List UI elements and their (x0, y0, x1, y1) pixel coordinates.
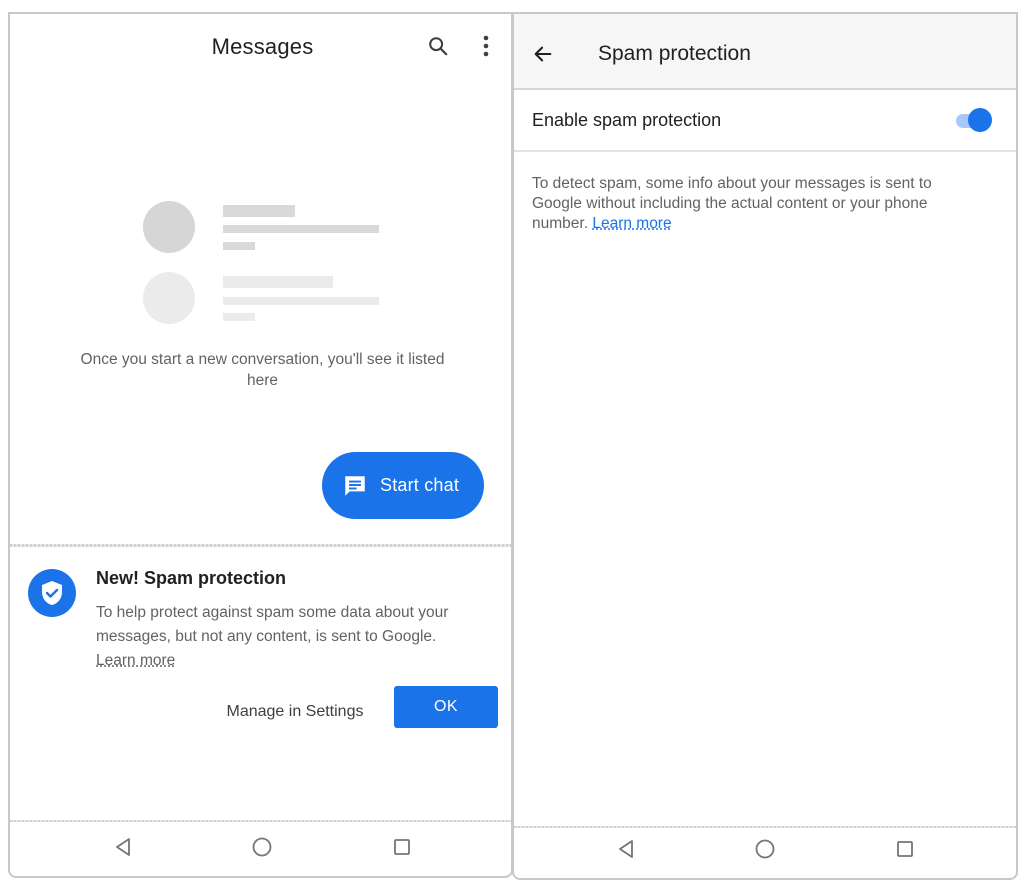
back-triangle-icon (116, 838, 130, 856)
shield-check-icon (28, 569, 76, 617)
placeholder-line (223, 225, 379, 233)
start-chat-button[interactable]: Start chat (322, 452, 484, 519)
placeholder-avatar (143, 201, 195, 253)
manage-in-settings-button[interactable]: Manage in Settings (210, 694, 380, 730)
toggle-thumb (968, 108, 992, 132)
empty-state-message: Once you start a new conversation, you'l… (80, 351, 445, 389)
home-circle-icon (252, 837, 272, 857)
settings-title: Spam protection (598, 42, 751, 65)
messages-screen: Messages Once you start a new conversati… (8, 12, 513, 878)
enable-spam-protection-label: Enable spam protection (532, 110, 722, 130)
nav-recents-button[interactable] (890, 834, 920, 864)
nav-recents-button[interactable] (387, 832, 417, 862)
banner-title: New! Spam protection (96, 568, 287, 588)
enable-spam-protection-toggle[interactable] (954, 108, 994, 132)
app-title-text: Messages (211, 34, 314, 59)
placeholder-line (223, 276, 333, 288)
home-circle-icon (755, 839, 775, 859)
placeholder-line (223, 313, 255, 321)
placeholder-line (223, 242, 255, 250)
enable-spam-protection-row[interactable]: Enable spam protection (514, 90, 1016, 152)
banner-body-text: To help protect against spam some data a… (96, 604, 449, 645)
start-chat-label: Start chat (380, 475, 460, 495)
back-button[interactable] (532, 40, 560, 68)
nav-back-button[interactable] (611, 834, 641, 864)
recents-square-icon (394, 839, 410, 855)
ok-button[interactable]: OK (394, 686, 498, 728)
recents-square-icon (897, 841, 913, 857)
placeholder-avatar (143, 272, 195, 324)
placeholder-line (223, 205, 295, 217)
search-button[interactable] (424, 32, 452, 60)
nav-home-button[interactable] (247, 832, 277, 862)
spam-protection-settings-screen: Spam protection Enable spam protection T… (512, 12, 1018, 880)
spam-protection-description: To detect spam, some info about your mes… (532, 174, 982, 234)
nav-back-button[interactable] (108, 832, 138, 862)
arrow-back-icon (534, 46, 552, 62)
placeholder-line (223, 297, 379, 305)
system-navigation-bar (10, 818, 511, 876)
banner-divider (10, 544, 511, 547)
settings-app-bar: Spam protection (514, 14, 1016, 90)
back-triangle-icon (619, 840, 633, 858)
learn-more-link[interactable]: Learn more (96, 652, 175, 669)
nav-home-button[interactable] (750, 834, 780, 864)
app-bar: Messages (10, 14, 511, 78)
more-vert-icon (483, 35, 489, 57)
search-icon (429, 37, 448, 56)
more-options-button[interactable] (476, 32, 496, 60)
chat-icon (342, 473, 368, 499)
banner-body: To help protect against spam some data a… (96, 601, 496, 673)
system-navigation-bar (514, 820, 1016, 878)
learn-more-link[interactable]: Learn more (592, 215, 671, 232)
